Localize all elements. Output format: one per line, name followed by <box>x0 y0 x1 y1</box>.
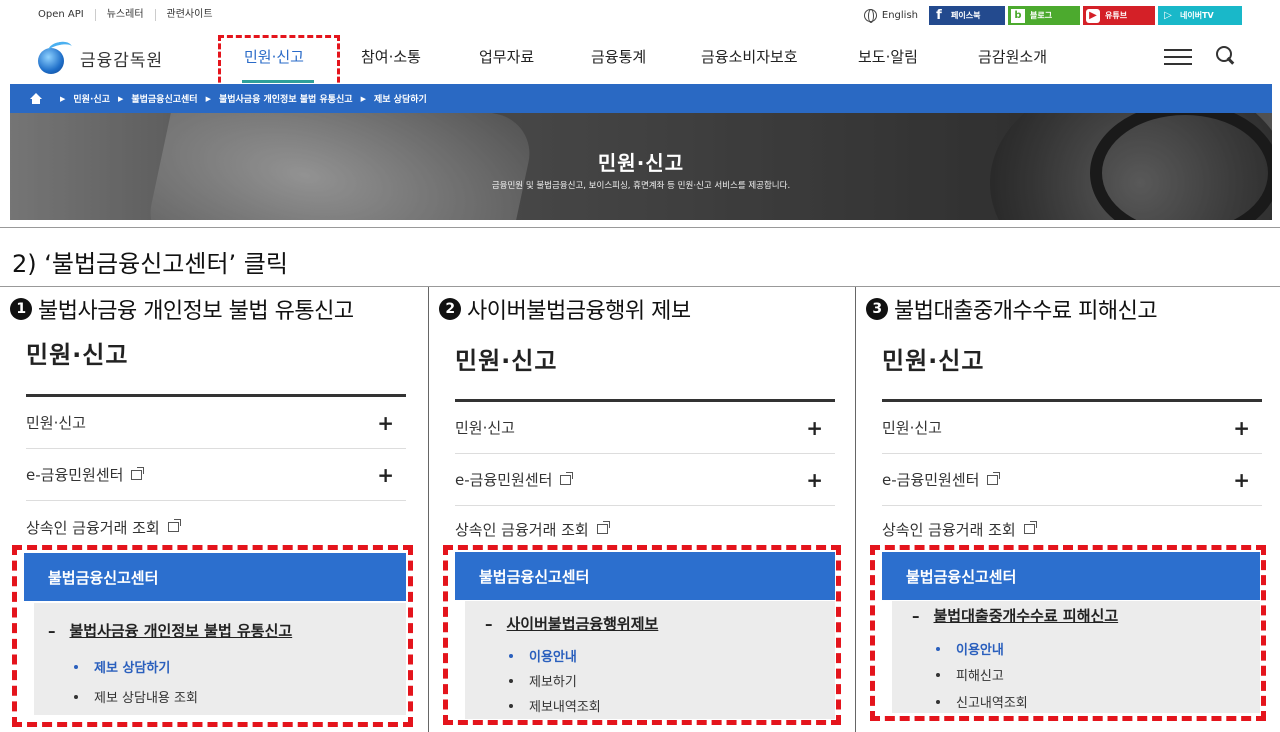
page-root: { "site": { "util_links": ["Open API", "… <box>0 0 1280 732</box>
breadcrumb-item[interactable]: 불법금융신고센터 <box>131 92 197 105</box>
step-instruction: 2) ‘불법금융신고센터’ 클릭 <box>12 250 288 278</box>
highlight-box <box>12 545 413 727</box>
utility-right: English f 페이스북 b 블로그 ▶ 유튜브 ▷ 네이버TV <box>863 6 1242 25</box>
hamburger-menu-icon[interactable] <box>1164 49 1192 67</box>
side-menu-item-label: e-금융민원센터 <box>26 466 124 484</box>
facebook-icon: f <box>936 8 942 23</box>
side-menu-item-complaint[interactable]: 민원·신고 + <box>455 402 835 454</box>
panel-title: 1 불법사금융 개인정보 불법 유통신고 <box>10 293 354 325</box>
side-menu-item-label: e-금융민원센터 <box>455 471 553 489</box>
blog-button[interactable]: b 블로그 <box>1008 6 1080 25</box>
logo-emblem-icon <box>36 39 74 74</box>
navertv-icon: ▷ <box>1164 10 1172 21</box>
facebook-label: 페이스북 <box>951 11 981 20</box>
hero-subtitle: 금융민원 및 불법금융신고, 보이스피싱, 휴면계좌 등 민원·신고 서비스를 … <box>491 181 791 191</box>
plus-icon[interactable]: + <box>377 463 394 487</box>
side-menu-item-e-complaint[interactable]: e-금융민원센터 + <box>455 454 835 506</box>
step-number-badge: 3 <box>866 298 888 320</box>
breadcrumb-separator-icon: ▶ <box>205 94 211 103</box>
util-link-related-sites[interactable]: 관련사이트 <box>154 9 224 21</box>
panel-cyber-illegal-finance: 2 사이버불법금융행위 제보 민원·신고 민원·신고 + e-금융민원센터 + … <box>429 287 854 732</box>
divider <box>0 227 1280 228</box>
menu-highlight-box <box>218 35 340 91</box>
step-number-badge: 1 <box>10 298 32 320</box>
external-link-icon <box>596 521 610 534</box>
plus-icon[interactable]: + <box>1233 416 1250 440</box>
side-menu-item-label: 민원·신고 <box>882 419 942 437</box>
side-menu-item-label: 상속인 금융거래 조회 <box>455 520 589 539</box>
util-link-open-api[interactable]: Open API <box>38 9 95 21</box>
external-link-icon <box>987 471 1001 485</box>
panel-title: 3 불법대출중개수수료 피해신고 <box>866 293 1158 325</box>
blog-label: 블로그 <box>1030 11 1053 20</box>
external-link-icon <box>167 519 181 532</box>
external-link-icon <box>1023 521 1037 534</box>
logo-text: 금융감독원 <box>80 50 164 71</box>
menu-item-about[interactable]: 금감원소개 <box>978 46 1047 67</box>
side-menu-title: 민원·신고 <box>26 341 129 369</box>
breadcrumb-separator-icon: ▶ <box>360 94 366 103</box>
plus-icon[interactable]: + <box>806 416 823 440</box>
breadcrumb-separator-icon: ▶ <box>60 94 66 103</box>
youtube-label: 유튜브 <box>1105 11 1128 20</box>
side-menu-item-label: 상속인 금융거래 조회 <box>882 520 1016 539</box>
breadcrumb-separator-icon: ▶ <box>117 94 124 103</box>
panel-title: 2 사이버불법금융행위 제보 <box>439 293 691 325</box>
main-navigation: 금융감독원 민원·신고 참여·소통 업무자료 금융통계 금융소비자보호 보도·알… <box>8 30 1272 83</box>
youtube-button[interactable]: ▶ 유튜브 <box>1083 6 1155 25</box>
site-screenshot: Open API 뉴스레터 관련사이트 English f 페이스북 b 블로그… <box>8 0 1272 222</box>
plus-icon[interactable]: + <box>377 411 394 435</box>
util-link-newsletter[interactable]: 뉴스레터 <box>94 9 155 21</box>
menu-item-work-materials[interactable]: 업무자료 <box>479 46 534 67</box>
breadcrumb-item[interactable]: 제보 상담하기 <box>374 92 427 105</box>
external-link-icon <box>560 471 574 485</box>
utility-bar: Open API 뉴스레터 관련사이트 English f 페이스북 b 블로그… <box>8 0 1272 30</box>
side-menu-item-label: 상속인 금융거래 조회 <box>26 518 160 537</box>
side-menu-item-complaint[interactable]: 민원·신고 + <box>26 397 406 449</box>
language-label: English <box>881 10 918 21</box>
side-menu-item-label: e-금융민원센터 <box>882 471 980 489</box>
panel-illegal-private-lending: 1 불법사금융 개인정보 불법 유통신고 민원·신고 민원·신고 + e-금융민… <box>0 287 427 732</box>
side-menu-item-e-complaint[interactable]: e-금융민원센터 + <box>26 449 406 501</box>
highlight-box <box>870 545 1266 721</box>
step-number-badge: 2 <box>439 298 461 320</box>
facebook-button[interactable]: f 페이스북 <box>929 6 1005 25</box>
highlight-box <box>443 545 841 725</box>
plus-icon[interactable]: + <box>1233 468 1250 492</box>
navertv-label: 네이버TV <box>1180 11 1214 20</box>
panel-illegal-loan-brokerage: 3 불법대출중개수수료 피해신고 민원·신고 민원·신고 + e-금융민원센터 … <box>856 287 1280 732</box>
side-menu-item-label: 민원·신고 <box>455 419 515 437</box>
language-link[interactable]: English <box>863 9 918 23</box>
menu-item-participation[interactable]: 참여·소통 <box>361 46 421 67</box>
external-link-icon <box>131 466 145 480</box>
panel-title-text: 불법사금융 개인정보 불법 유통신고 <box>38 299 354 324</box>
panel-title-text: 사이버불법금융행위 제보 <box>467 299 691 324</box>
globe-icon <box>863 9 877 23</box>
navertv-button[interactable]: ▷ 네이버TV <box>1158 6 1242 25</box>
search-icon[interactable] <box>1216 46 1234 64</box>
home-icon[interactable] <box>30 93 42 104</box>
side-menu-item-label: 민원·신고 <box>26 414 86 432</box>
panel-title-text: 불법대출중개수수료 피해신고 <box>894 299 1158 324</box>
breadcrumb: ▶ 민원·신고 ▶ 불법금융신고센터 ▶ 불법사금융 개인정보 불법 유통신고 … <box>10 84 1272 113</box>
menu-item-press[interactable]: 보도·알림 <box>858 46 918 67</box>
hero-title: 민원·신고 <box>597 151 685 175</box>
hero-banner: 민원·신고 금융민원 및 불법금융신고, 보이스피싱, 휴면계좌 등 민원·신고… <box>10 113 1272 220</box>
breadcrumb-item[interactable]: 민원·신고 <box>73 92 110 105</box>
side-menu-item-complaint[interactable]: 민원·신고 + <box>882 402 1262 454</box>
blog-icon: b <box>1011 8 1025 23</box>
side-menu-item-e-complaint[interactable]: e-금융민원센터 + <box>882 454 1262 506</box>
utility-links: Open API 뉴스레터 관련사이트 <box>38 9 224 21</box>
site-logo[interactable]: 금융감독원 <box>36 39 164 74</box>
youtube-icon: ▶ <box>1086 8 1100 23</box>
plus-icon[interactable]: + <box>806 468 823 492</box>
menu-item-consumer-protection[interactable]: 금융소비자보호 <box>701 46 798 67</box>
menu-item-statistics[interactable]: 금융통계 <box>591 46 646 67</box>
side-menu-title: 민원·신고 <box>455 347 558 375</box>
breadcrumb-item[interactable]: 불법사금융 개인정보 불법 유통신고 <box>219 92 353 105</box>
side-menu-title: 민원·신고 <box>882 347 985 375</box>
